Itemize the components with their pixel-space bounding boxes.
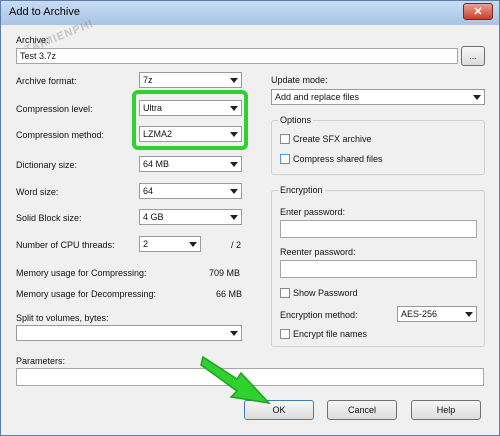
compression-method-label: Compression method: xyxy=(16,130,105,140)
chevron-down-icon xyxy=(230,331,238,336)
solid-block-size-value: 4 GB xyxy=(143,212,164,222)
compression-level-label: Compression level: xyxy=(16,104,93,114)
solid-block-size-label: Solid Block size: xyxy=(16,213,82,223)
compress-shared-label: Compress shared files xyxy=(293,154,383,164)
encrypt-file-names-label: Encrypt file names xyxy=(293,329,368,339)
chevron-down-icon xyxy=(230,78,238,83)
chevron-down-icon xyxy=(230,215,238,220)
memory-decompress-value: 66 MB xyxy=(216,289,243,299)
word-size-value: 64 xyxy=(143,186,154,196)
update-mode-label: Update mode: xyxy=(271,75,328,85)
chevron-down-icon xyxy=(465,312,473,317)
create-sfx-checkbox[interactable] xyxy=(280,134,290,144)
archive-path-value: Test 3.7z xyxy=(20,51,57,61)
add-to-archive-dialog: Add to Archive ✕ TAIMIENPHI Archive: Tes… xyxy=(0,0,500,436)
help-button[interactable]: Help xyxy=(411,400,481,420)
enter-password-label: Enter password: xyxy=(280,207,346,217)
encryption-method-select[interactable]: AES-256 xyxy=(397,306,477,322)
reenter-password-input[interactable] xyxy=(280,260,477,278)
chevron-down-icon xyxy=(473,95,481,100)
word-size-select[interactable]: 64 xyxy=(139,183,242,199)
update-mode-value: Add and replace files xyxy=(275,92,360,102)
dictionary-size-select[interactable]: 64 MB xyxy=(139,156,242,172)
password-input[interactable] xyxy=(280,220,477,238)
dictionary-size-value: 64 MB xyxy=(143,159,170,169)
title-bar: Add to Archive ✕ xyxy=(1,1,499,25)
parameters-label: Parameters: xyxy=(16,356,66,366)
archive-format-value: 7z xyxy=(143,75,153,85)
close-button[interactable]: ✕ xyxy=(463,3,493,20)
chevron-down-icon xyxy=(189,242,197,247)
green-arrow-icon xyxy=(200,355,272,405)
window-title: Add to Archive xyxy=(9,6,80,18)
memory-decompress-label: Memory usage for Decompressing: xyxy=(16,289,157,299)
encryption-method-value: AES-256 xyxy=(401,309,438,319)
solid-block-size-select[interactable]: 4 GB xyxy=(139,209,242,225)
cpu-threads-label: Number of CPU threads: xyxy=(16,240,115,250)
word-size-label: Word size: xyxy=(16,187,59,197)
options-legend: Options xyxy=(278,115,314,125)
chevron-down-icon xyxy=(230,189,238,194)
cpu-threads-select[interactable]: 2 xyxy=(139,236,201,252)
browse-button[interactable]: ... xyxy=(461,46,485,66)
encrypt-file-names-checkbox[interactable] xyxy=(280,329,290,339)
encryption-legend: Encryption xyxy=(278,185,325,195)
archive-format-label: Archive format: xyxy=(16,76,77,86)
options-group: Options xyxy=(271,115,485,175)
update-mode-select[interactable]: Add and replace files xyxy=(271,89,485,105)
close-icon: ✕ xyxy=(473,6,483,18)
chevron-down-icon xyxy=(230,162,238,167)
cpu-threads-total: / 2 xyxy=(231,240,242,250)
archive-label: Archive: xyxy=(16,35,49,45)
dictionary-size-label: Dictionary size: xyxy=(16,160,78,170)
encryption-method-label: Encryption method: xyxy=(280,310,358,320)
compress-shared-checkbox[interactable] xyxy=(280,154,290,164)
cpu-threads-value: 2 xyxy=(143,239,149,249)
cancel-button[interactable]: Cancel xyxy=(327,400,397,420)
highlight-box xyxy=(132,90,248,150)
split-volumes-label: Split to volumes, bytes: xyxy=(16,313,109,323)
memory-compress-label: Memory usage for Compressing: xyxy=(16,268,147,278)
memory-compress-value: 709 MB xyxy=(209,268,241,278)
reenter-password-label: Reenter password: xyxy=(280,247,356,257)
show-password-checkbox[interactable] xyxy=(280,288,290,298)
show-password-label: Show Password xyxy=(293,288,358,298)
create-sfx-label: Create SFX archive xyxy=(293,134,372,144)
archive-format-select[interactable]: 7z xyxy=(139,72,242,88)
archive-path-input[interactable]: Test 3.7z xyxy=(16,48,458,64)
split-volumes-select[interactable] xyxy=(16,325,242,341)
